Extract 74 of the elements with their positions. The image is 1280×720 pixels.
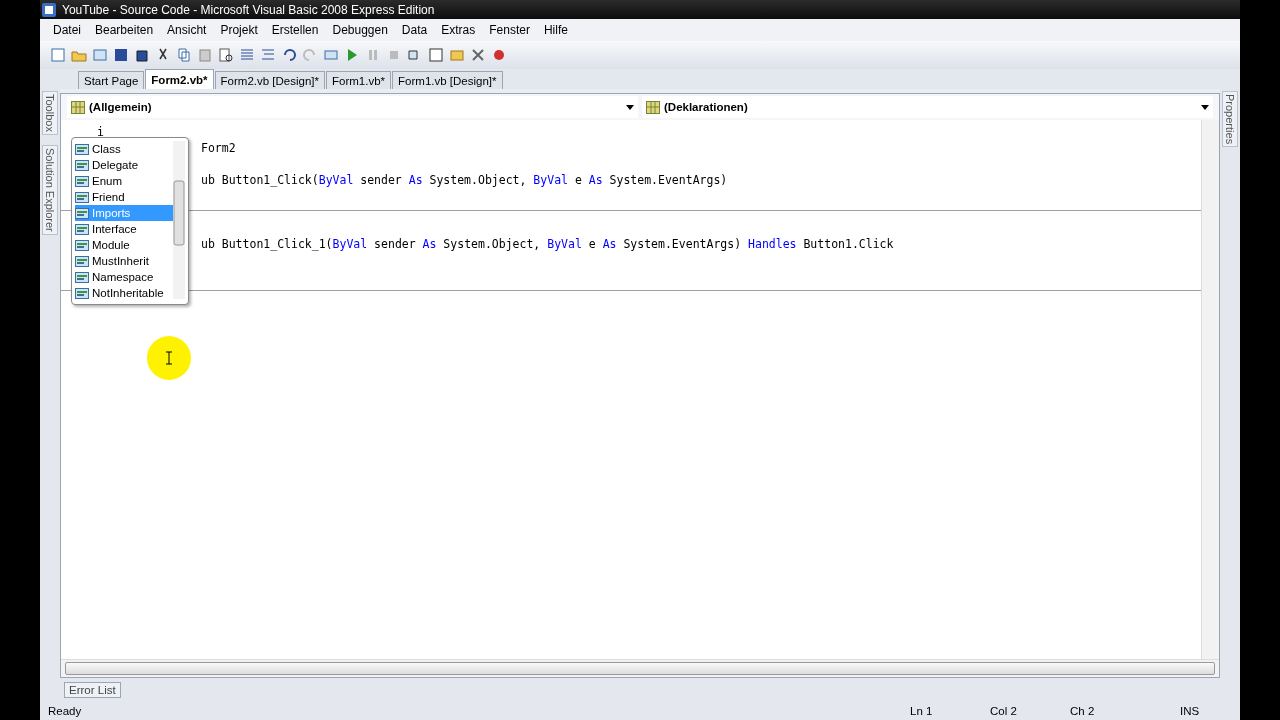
panel-tab[interactable]: Error List: [64, 682, 121, 698]
grid-icon: [646, 100, 660, 114]
document-tab[interactable]: Form2.vb [Design]*: [214, 71, 326, 89]
completion-item[interactable]: Class: [75, 141, 173, 157]
cursor-highlight-icon: [147, 336, 191, 380]
uncomment-icon[interactable]: [260, 47, 276, 63]
line-indicator: Ln 1: [910, 705, 934, 717]
window-icon[interactable]: [428, 47, 444, 63]
menu-item[interactable]: Bearbeiten: [88, 23, 161, 37]
class-icon: [75, 255, 89, 267]
side-panel-tab[interactable]: Solution Explorer: [42, 144, 58, 235]
class-icon: [75, 207, 89, 219]
completion-item[interactable]: MustInherit: [75, 253, 173, 269]
save-icon[interactable]: [113, 47, 129, 63]
member-dropdown[interactable]: (Allgemein): [67, 96, 638, 118]
menu-item[interactable]: Fenster: [482, 23, 537, 37]
completion-item[interactable]: Delegate: [75, 157, 173, 173]
code-line: ub Button1_Click(ByVal sender As System.Object, ByVal e As System.EventArgs): [201, 172, 728, 188]
redo-icon[interactable]: [302, 47, 318, 63]
member-dropdown[interactable]: (Deklarationen): [642, 96, 1213, 118]
paste-icon[interactable]: [197, 47, 213, 63]
horizontal-scrollbar[interactable]: [61, 659, 1219, 677]
document-tab[interactable]: Form1.vb [Design]*: [392, 71, 503, 89]
completion-item[interactable]: NotInheritable: [75, 285, 173, 301]
properties-icon[interactable]: [449, 47, 465, 63]
column-indicator: Col 2: [990, 705, 1018, 717]
grid-icon: [71, 100, 85, 114]
class-icon: [75, 239, 89, 251]
class-icon: [75, 271, 89, 283]
completion-item[interactable]: Friend: [75, 189, 173, 205]
completion-item[interactable]: Enum: [75, 173, 173, 189]
insert-mode-indicator: INS: [1180, 705, 1201, 717]
class-icon: [75, 159, 89, 171]
find-icon[interactable]: [218, 47, 234, 63]
vertical-scrollbar[interactable]: [1201, 120, 1219, 659]
copy-icon[interactable]: [176, 47, 192, 63]
class-icon: [75, 143, 89, 155]
class-icon: [75, 191, 89, 203]
error-icon[interactable]: [491, 47, 507, 63]
popup-scrollbar[interactable]: [173, 141, 185, 299]
window-title: YouTube - Source Code - Microsoft Visual Basic 2008 Express Edition: [62, 2, 435, 17]
menu-item[interactable]: Hilfe: [536, 23, 575, 37]
char-indicator: Ch 2: [1070, 705, 1096, 717]
menu-item[interactable]: Erstellen: [264, 23, 326, 37]
menu-item[interactable]: Data: [394, 23, 435, 37]
add-item-icon[interactable]: [92, 47, 108, 63]
code-line: Form2: [201, 140, 236, 156]
document-tab[interactable]: Start Page: [78, 71, 145, 89]
side-panel-tab[interactable]: Toolbox: [42, 91, 58, 135]
app-icon: [42, 2, 56, 17]
class-icon: [75, 175, 89, 187]
side-panel-tab[interactable]: Properties: [1222, 91, 1238, 148]
document-tab[interactable]: Form1.vb*: [326, 71, 392, 89]
new-project-icon[interactable]: [50, 47, 66, 63]
completion-item[interactable]: Module: [75, 237, 173, 253]
completion-item[interactable]: Namespace: [75, 269, 173, 285]
status-message: Ready: [48, 705, 83, 717]
menu-item[interactable]: Extras: [434, 23, 483, 37]
dropdown-arrow-icon: [1201, 104, 1209, 110]
menu-item[interactable]: Projekt: [213, 23, 265, 37]
comment-icon[interactable]: [239, 47, 255, 63]
menu-item[interactable]: Datei: [46, 23, 88, 37]
code-line: ub Button1_Click_1(ByVal sender As System.Object, ByVal e As System.EventArgs) Handles Button1.Click: [201, 236, 894, 252]
dropdown-arrow-icon: [626, 104, 634, 110]
class-icon: [75, 287, 89, 299]
document-tab[interactable]: Form2.vb*: [145, 69, 214, 89]
undo-icon[interactable]: [281, 47, 297, 63]
class-icon: [75, 223, 89, 235]
completion-item[interactable]: Interface: [75, 221, 173, 237]
menu-item[interactable]: Ansicht: [160, 23, 214, 37]
menu-item[interactable]: Debuggen: [325, 23, 395, 37]
navigate-icon[interactable]: [323, 47, 339, 63]
save-all-icon[interactable]: [134, 47, 150, 63]
code-line: i: [97, 124, 104, 140]
